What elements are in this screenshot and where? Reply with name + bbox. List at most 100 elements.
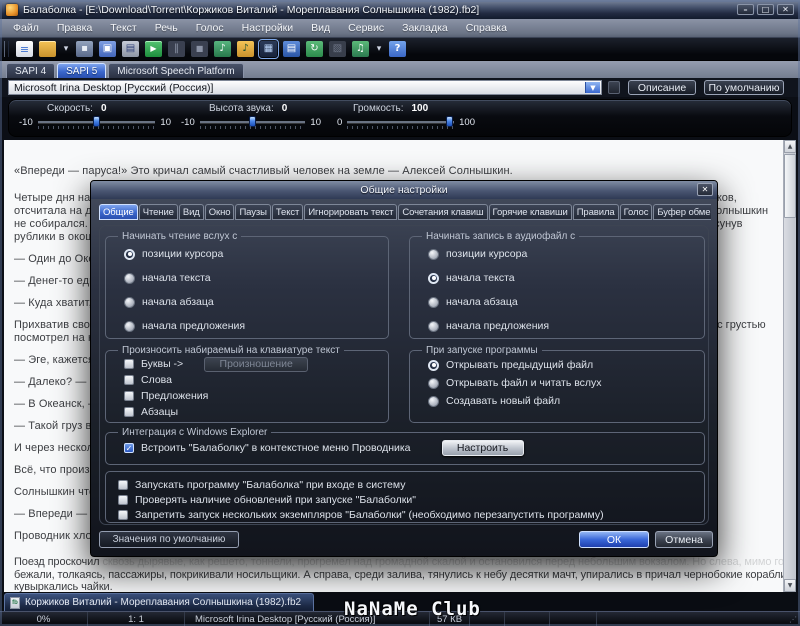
close-button[interactable]: ✕ xyxy=(777,4,794,15)
audio-convert-icon[interactable]: ♫ xyxy=(352,41,369,57)
settings-tab[interactable]: Правила xyxy=(572,204,619,220)
checkbox-option[interactable]: Проверять наличие обновлений при запуске… xyxy=(118,492,696,507)
pitch-slider[interactable] xyxy=(199,116,306,129)
voice-select[interactable]: Microsoft Irina Desktop [Русский (Россия… xyxy=(8,80,602,95)
disabled-tool-icon[interactable]: ▧ xyxy=(329,41,346,57)
cancel-button[interactable]: Отмена xyxy=(655,531,713,548)
text-line: Проводник хло xyxy=(14,530,92,542)
menu-item[interactable]: Справка xyxy=(457,19,516,37)
engine-tab[interactable]: SAPI 5 xyxy=(57,63,107,78)
open-dropdown-icon[interactable]: ▾ xyxy=(62,41,70,57)
radio-option[interactable]: начала предложения xyxy=(428,314,696,338)
volume-slider[interactable] xyxy=(347,116,454,129)
dialog-title-bar[interactable]: Общие настройки ✕ xyxy=(91,181,717,199)
open-file-icon[interactable] xyxy=(39,41,56,57)
radio-option[interactable]: начала текста xyxy=(124,266,380,290)
ok-button[interactable]: ОК xyxy=(579,531,649,548)
checkbox-option[interactable]: Буквы -> Произношение xyxy=(124,356,380,372)
settings-tab[interactable]: Горячие клавиши xyxy=(488,204,572,220)
help-icon[interactable]: ? xyxy=(389,41,406,57)
convert-dropdown-icon[interactable]: ▾ xyxy=(375,41,383,57)
radio-option[interactable]: начала предложения xyxy=(124,314,380,338)
menu-item[interactable]: Закладка xyxy=(393,19,457,37)
pitch-label: Высота звука: xyxy=(209,103,274,114)
rate-slider-thumb[interactable] xyxy=(92,116,100,127)
radio-option[interactable]: начала абзаца xyxy=(428,290,696,314)
stop-icon[interactable]: ■ xyxy=(191,41,208,57)
voice-describe-button[interactable]: Описание xyxy=(628,80,696,95)
menu-item[interactable]: Настройки xyxy=(233,19,303,37)
defaults-button[interactable]: Значения по умолчанию xyxy=(99,531,239,548)
settings-tab[interactable]: Голос xyxy=(619,204,653,220)
checkbox-option[interactable]: Запускать программу "Балаболка" при вход… xyxy=(118,477,696,492)
pause-icon[interactable]: ‖ xyxy=(168,41,185,57)
checkbox-option[interactable]: Запретить запуск нескольких экземпляров … xyxy=(118,507,696,522)
save-icon[interactable]: ▪ xyxy=(76,41,93,57)
voice-default-button[interactable]: По умолчанию xyxy=(704,80,784,95)
dialog-close-icon[interactable]: ✕ xyxy=(697,183,713,196)
engine-tab[interactable]: Microsoft Speech Platform xyxy=(108,63,244,78)
settings-icon[interactable]: ▦ xyxy=(258,39,279,59)
volume-max: 100 xyxy=(459,117,475,128)
read-aloud-icon[interactable]: ▶ xyxy=(145,41,162,57)
menu-item[interactable]: Файл xyxy=(4,19,48,37)
menu-item[interactable]: Сервис xyxy=(339,19,393,37)
engine-tab[interactable]: SAPI 4 xyxy=(6,63,56,78)
dictionary-icon[interactable]: ▤ xyxy=(283,41,300,57)
configure-button[interactable]: Настроить xyxy=(441,440,524,456)
chevron-down-icon[interactable]: ▼ xyxy=(585,82,600,93)
pitch-slider-thumb[interactable] xyxy=(248,116,256,127)
radio-option[interactable]: начала текста xyxy=(428,266,696,290)
radio-option[interactable]: позиции курсора xyxy=(428,242,696,266)
settings-tab[interactable]: Буфер обмена xyxy=(653,204,711,220)
status-cell xyxy=(505,612,550,626)
menu-item[interactable]: Голос xyxy=(187,19,233,37)
settings-tab[interactable]: Игнорировать текст xyxy=(304,204,398,220)
settings-tab[interactable]: Сочетания клавиш xyxy=(398,204,488,220)
radio-option[interactable]: позиции курсора xyxy=(124,242,380,266)
text-line: отсчитала на д xyxy=(14,205,92,217)
save-audio-icon[interactable]: ♪ xyxy=(214,41,231,57)
settings-tab[interactable]: Общие xyxy=(99,204,138,220)
maximize-button[interactable]: □ xyxy=(757,4,774,15)
menu-item[interactable]: Речь xyxy=(146,19,187,37)
menu-item[interactable]: Правка xyxy=(48,19,101,37)
radio-option[interactable]: начала абзаца xyxy=(124,290,380,314)
settings-tab[interactable]: Окно xyxy=(204,204,235,220)
resize-grip[interactable]: ⋰ xyxy=(597,612,800,626)
title-bar[interactable]: Балаболка - [E:\Download\Torrent\Коржико… xyxy=(0,0,800,19)
voice-extra-button[interactable] xyxy=(608,81,620,94)
pronounce-button[interactable]: Произношение xyxy=(204,356,309,372)
open-audio-folder-icon[interactable]: ♪ xyxy=(237,41,254,57)
vertical-scrollbar[interactable]: ▲ ▼ xyxy=(783,140,796,592)
minimize-button[interactable]: – xyxy=(737,4,754,15)
checkbox-option[interactable]: Абзацы xyxy=(124,404,380,420)
text-line: — Такой груз в xyxy=(14,420,92,432)
new-document-icon[interactable]: ≡ xyxy=(16,41,33,57)
settings-tab[interactable]: Чтение xyxy=(138,204,178,220)
settings-tab[interactable]: Паузы xyxy=(235,204,271,220)
refresh-speech-icon[interactable]: ↻ xyxy=(306,41,323,57)
volume-slider-thumb[interactable] xyxy=(446,116,454,127)
group-title: При запуске программы xyxy=(426,345,538,356)
copy-icon[interactable]: ▣ xyxy=(99,41,116,57)
settings-tab[interactable]: Вид xyxy=(178,204,204,220)
radio-icon xyxy=(428,377,439,389)
checkbox-option[interactable]: Встроить "Балаболку" в контекстное меню … xyxy=(124,438,696,458)
scrollbar-thumb[interactable] xyxy=(784,154,796,218)
rate-slider[interactable] xyxy=(37,116,156,129)
scroll-down-icon[interactable]: ▼ xyxy=(784,579,796,592)
paste-icon[interactable]: ▤ xyxy=(122,41,139,57)
menu-item[interactable]: Текст xyxy=(101,19,145,37)
checkbox-option[interactable]: Предложения xyxy=(124,388,380,404)
group-title: Начинать чтение вслух с xyxy=(122,231,238,242)
scroll-up-icon[interactable]: ▲ xyxy=(784,140,796,153)
document-tab[interactable]: fb Коржиков Виталий - Мореплавания Солны… xyxy=(4,593,315,611)
menu-item[interactable]: Вид xyxy=(302,19,339,37)
text-line: — Один до Океа xyxy=(14,253,101,265)
radio-option[interactable]: Открывать файл и читать вслух xyxy=(428,374,696,392)
radio-option[interactable]: Создавать новый файл xyxy=(428,392,696,410)
checkbox-option[interactable]: Слова xyxy=(124,372,380,388)
settings-tab[interactable]: Текст xyxy=(271,204,304,220)
radio-option[interactable]: Открывать предыдущий файл xyxy=(428,356,696,374)
